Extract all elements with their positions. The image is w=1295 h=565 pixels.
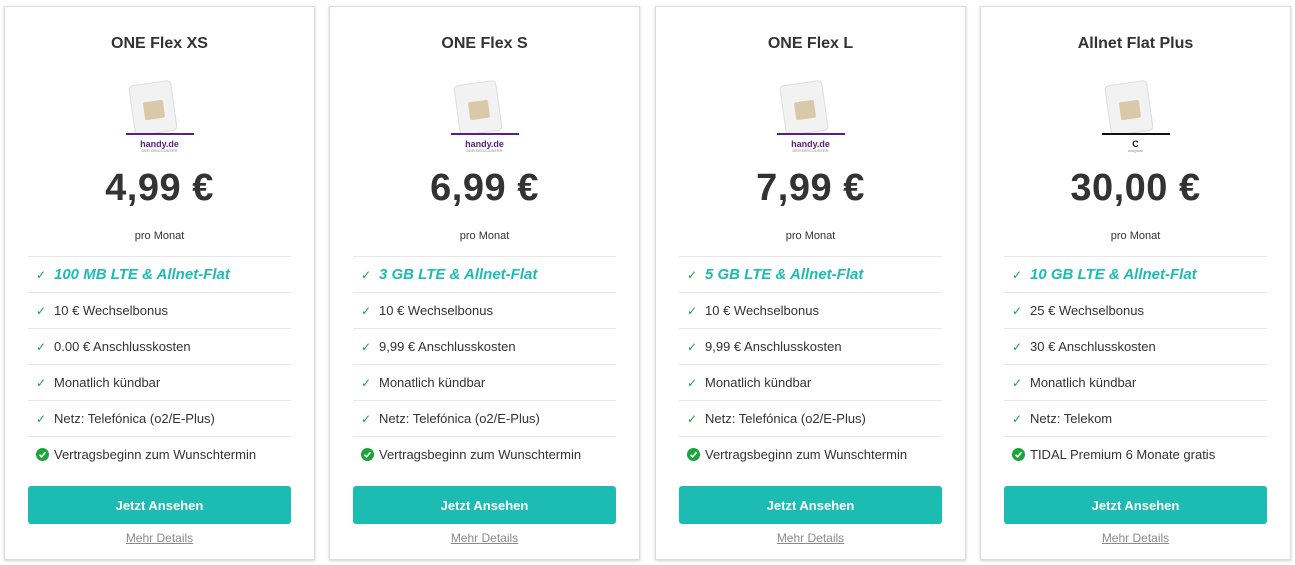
provider-logo: handy.de DER DISCOUNTER (465, 139, 504, 153)
feature-item: ✓ Netz: Telefónica (o2/E-Plus) (353, 400, 616, 436)
provider-logo: handy.de DER DISCOUNTER (140, 139, 179, 153)
sim-card-icon (981, 77, 1290, 137)
feature-item: ✓ 25 € Wechselbonus (1004, 292, 1267, 328)
feature-item: ✓ 3 GB LTE & Allnet-Flat (353, 256, 616, 292)
check-icon: ✓ (1012, 411, 1023, 426)
check-icon: ✓ (361, 303, 372, 318)
price-period: pro Monat (134, 230, 185, 242)
sim-card-icon (5, 77, 314, 137)
feature-item: Vertragsbeginn zum Wunschtermin (28, 436, 291, 472)
check-icon: ✓ (687, 267, 698, 282)
price-period: pro Monat (785, 230, 836, 242)
feature-item: ✓ 10 € Wechselbonus (28, 292, 291, 328)
tariff-comparison: ONE Flex XS handy.de DER DISCOUNTER 4,99 … (0, 0, 1295, 565)
check-icon: ✓ (687, 375, 698, 390)
check-icon: ✓ (36, 339, 47, 354)
more-details-link[interactable]: Mehr Details (330, 531, 639, 545)
check-icon: ✓ (1012, 303, 1023, 318)
check-icon: ✓ (1012, 375, 1023, 390)
feature-item: Vertragsbeginn zum Wunschtermin (353, 436, 616, 472)
feature-item: ✓ 100 MB LTE & Allnet-Flat (28, 256, 291, 292)
feature-list: ✓ 3 GB LTE & Allnet-Flat ✓ 10 € Wechselbon… (353, 256, 616, 472)
tariff-card: ONE Flex XS handy.de DER DISCOUNTER 4,99 … (4, 6, 315, 560)
check-icon: ✓ (361, 339, 372, 354)
price: 6,99 € (430, 167, 539, 209)
check-icon: ✓ (687, 411, 698, 426)
check-icon: ✓ (687, 339, 698, 354)
view-tariff-button[interactable]: Jetzt Ansehen (353, 486, 616, 524)
view-tariff-button[interactable]: Jetzt Ansehen (28, 486, 291, 524)
check-icon: ✓ (36, 303, 47, 318)
check-circle-icon (361, 448, 374, 461)
feature-item: ✓ Netz: Telekom (1004, 400, 1267, 436)
feature-list: ✓ 10 GB LTE & Allnet-Flat ✓ 25 € Wechselbo… (1004, 256, 1267, 472)
tariff-title: ONE Flex XS (111, 35, 208, 52)
feature-list: ✓ 100 MB LTE & Allnet-Flat ✓ 10 € Wechselb… (28, 256, 291, 472)
feature-item: ✓ Monatlich kündbar (1004, 364, 1267, 400)
feature-item: ✓ 0.00 € Anschlusskosten (28, 328, 291, 364)
check-icon: ✓ (361, 375, 372, 390)
price-period: pro Monat (459, 230, 510, 242)
check-circle-icon (1012, 448, 1025, 461)
tariff-card: Allnet Flat Plus Ccongstar 30,00 € pro M… (980, 6, 1291, 560)
price: 4,99 € (105, 167, 214, 209)
feature-item: ✓ 30 € Anschlusskosten (1004, 328, 1267, 364)
check-icon: ✓ (1012, 267, 1023, 282)
feature-item: ✓ 5 GB LTE & Allnet-Flat (679, 256, 942, 292)
more-details-link[interactable]: Mehr Details (5, 531, 314, 545)
view-tariff-button[interactable]: Jetzt Ansehen (1004, 486, 1267, 524)
check-icon: ✓ (361, 267, 372, 282)
feature-item: ✓ Monatlich kündbar (679, 364, 942, 400)
more-details-link[interactable]: Mehr Details (656, 531, 965, 545)
tariff-card: ONE Flex L handy.de DER DISCOUNTER 7,99 €… (655, 6, 966, 560)
more-details-link[interactable]: Mehr Details (981, 531, 1290, 545)
feature-item: Vertragsbeginn zum Wunschtermin (679, 436, 942, 472)
check-circle-icon (36, 448, 49, 461)
provider-logo: handy.de DER DISCOUNTER (791, 139, 830, 153)
check-icon: ✓ (36, 267, 47, 282)
check-icon: ✓ (361, 411, 372, 426)
feature-list: ✓ 5 GB LTE & Allnet-Flat ✓ 10 € Wechselbon… (679, 256, 942, 472)
feature-item: ✓ 9,99 € Anschlusskosten (679, 328, 942, 364)
feature-item: TIDAL Premium 6 Monate gratis (1004, 436, 1267, 472)
feature-item: ✓ 10 € Wechselbonus (679, 292, 942, 328)
provider-logo: Ccongstar (1127, 139, 1144, 153)
tariff-title: ONE Flex L (767, 35, 854, 52)
feature-item: ✓ Monatlich kündbar (353, 364, 616, 400)
sim-card-icon (656, 77, 965, 137)
feature-item: ✓ 10 GB LTE & Allnet-Flat (1004, 256, 1267, 292)
sim-card-icon (330, 77, 639, 137)
feature-item: ✓ 9,99 € Anschlusskosten (353, 328, 616, 364)
tariff-title: Allnet Flat Plus (1077, 35, 1194, 52)
feature-item: ✓ Monatlich kündbar (28, 364, 291, 400)
check-icon: ✓ (36, 411, 47, 426)
price: 30,00 € (1070, 167, 1201, 209)
view-tariff-button[interactable]: Jetzt Ansehen (679, 486, 942, 524)
check-circle-icon (687, 448, 700, 461)
price: 7,99 € (756, 167, 865, 209)
tariff-title: ONE Flex S (441, 35, 528, 52)
feature-item: ✓ Netz: Telefónica (o2/E-Plus) (28, 400, 291, 436)
check-icon: ✓ (1012, 339, 1023, 354)
check-icon: ✓ (687, 303, 698, 318)
check-icon: ✓ (36, 375, 47, 390)
tariff-card: ONE Flex S handy.de DER DISCOUNTER 6,99 €… (329, 6, 640, 560)
price-period: pro Monat (1110, 230, 1161, 242)
feature-item: ✓ Netz: Telefónica (o2/E-Plus) (679, 400, 942, 436)
feature-item: ✓ 10 € Wechselbonus (353, 292, 616, 328)
